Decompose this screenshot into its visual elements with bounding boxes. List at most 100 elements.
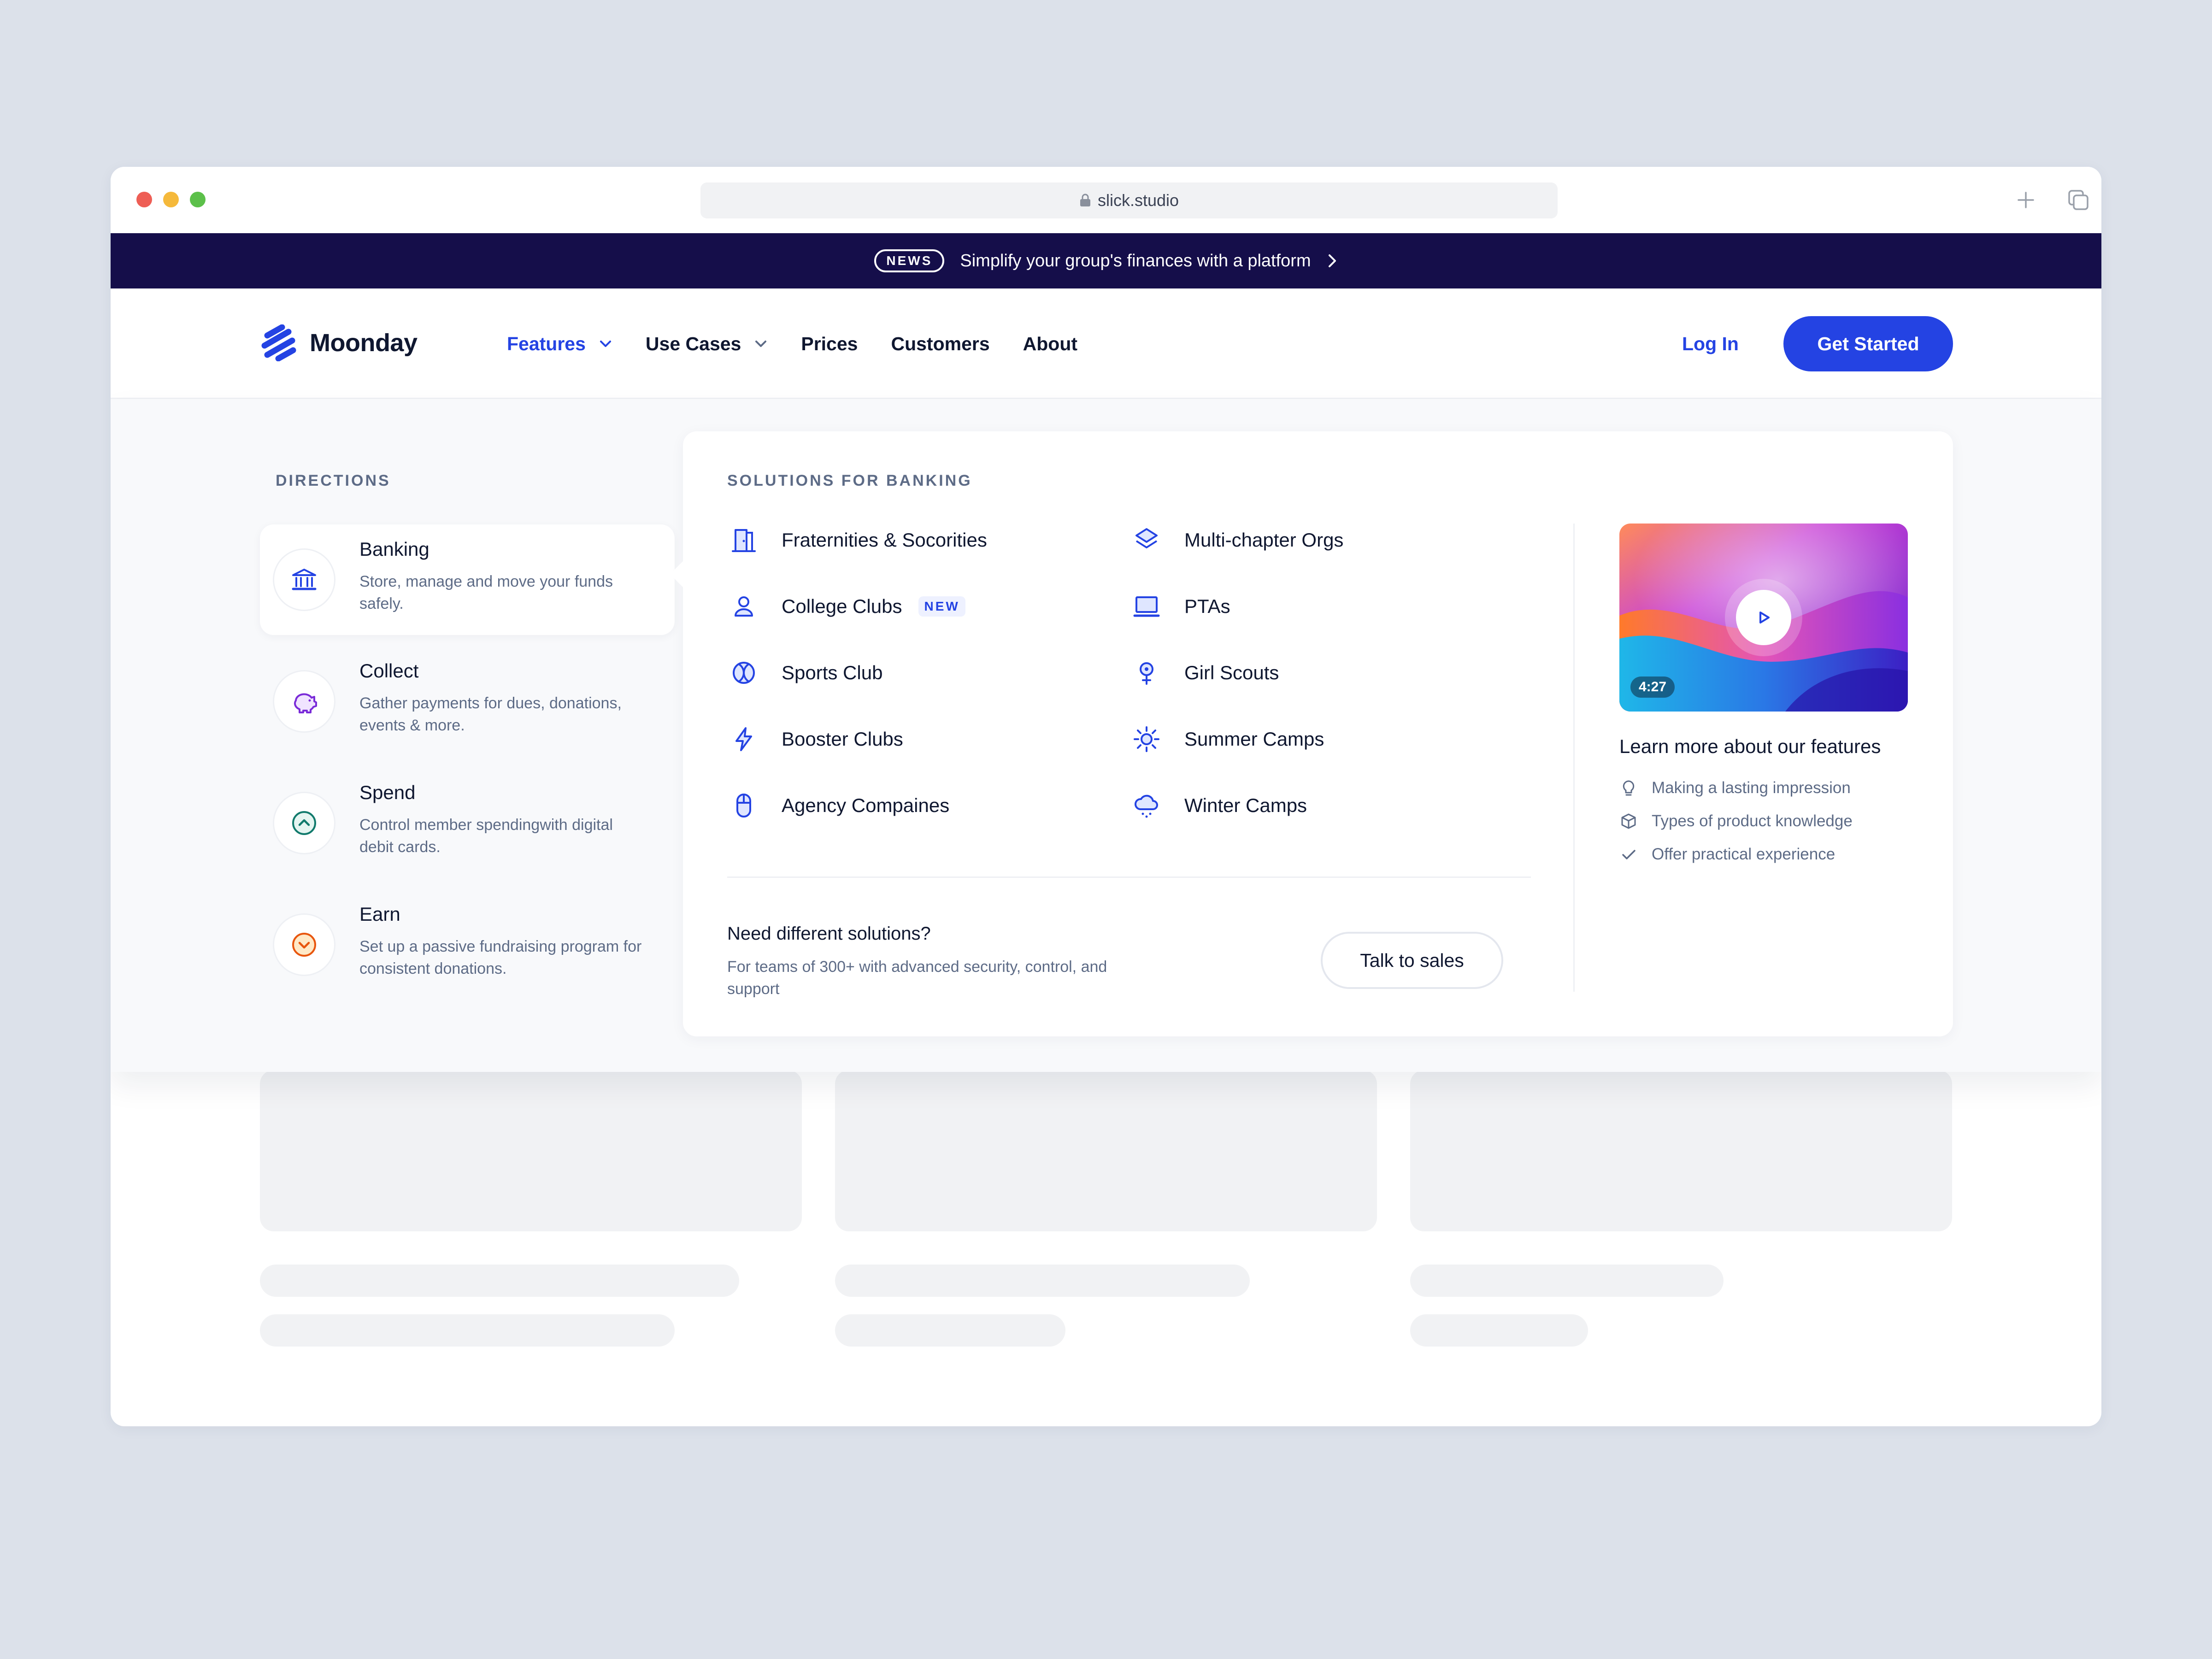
nav-use-cases[interactable]: Use Cases: [646, 333, 768, 355]
login-link[interactable]: Log In: [1682, 288, 1739, 399]
skeleton-line: [835, 1265, 1250, 1297]
solution-label: Agency Compaines: [782, 794, 950, 816]
direction-earn[interactable]: Earn Set up a passive fundraising program…: [260, 889, 675, 1000]
directions-title: DIRECTIONS: [276, 472, 391, 489]
sun-icon: [1134, 726, 1159, 752]
direction-label: Collect: [359, 660, 419, 682]
solution-sports-club[interactable]: Sports Club: [727, 656, 882, 689]
chevron-down-icon: [600, 341, 611, 347]
direction-banking[interactable]: Banking Store, manage and move your funds…: [260, 524, 675, 635]
feature-point-label: Offer practical experience: [1652, 845, 1835, 863]
browser-window: slick.studio NEWS Simplify your group's …: [111, 167, 2101, 1426]
get-started-button[interactable]: Get Started: [1783, 316, 1953, 371]
nav-features-label: Features: [507, 333, 586, 354]
arrow-down-circle-icon: [292, 933, 316, 957]
skeleton-line: [1410, 1265, 1724, 1297]
minimize-window-button[interactable]: [163, 192, 179, 207]
solution-booster-clubs[interactable]: Booster Clubs: [727, 723, 903, 756]
direction-banking-icon-wrap: [273, 548, 335, 611]
solution-icon-wrap: [1130, 590, 1163, 623]
close-window-button[interactable]: [136, 192, 152, 207]
video-thumbnail[interactable]: 4:27: [1619, 524, 1908, 712]
logo[interactable]: Moonday: [261, 324, 418, 361]
solution-icon-wrap: [1130, 723, 1163, 756]
direction-label: Banking: [359, 538, 429, 560]
user-icon: [735, 596, 753, 617]
nav-customers-label: Customers: [891, 333, 990, 354]
building-door-icon: [732, 529, 756, 552]
direction-label: Spend: [359, 782, 416, 803]
browser-chrome: slick.studio: [111, 167, 2101, 233]
solution-label: Booster Clubs: [782, 728, 903, 750]
nav-features[interactable]: Features: [507, 333, 612, 355]
direction-description: Set up a passive fundraising program for…: [359, 938, 642, 977]
skeleton-card: [1410, 1070, 1952, 1231]
solution-icon-wrap: [1130, 524, 1163, 557]
piggy-bank-icon: [294, 693, 317, 713]
direction-spend[interactable]: Spend Control member spendingwith digital…: [260, 768, 675, 878]
lightning-icon: [735, 727, 752, 751]
solution-icon-wrap: [727, 524, 760, 557]
cube-icon: [1621, 813, 1636, 829]
solution-label: Girl Scouts: [1184, 662, 1279, 683]
laptop-icon: [1133, 596, 1160, 617]
divider: [727, 877, 1531, 878]
ball-icon: [733, 662, 755, 684]
tab-overview-button[interactable]: [2065, 186, 2092, 214]
features-mega-menu: DIRECTIONS Banking Store, manage and move…: [111, 399, 2101, 1072]
solution-college-clubs[interactable]: College Clubs NEW: [727, 590, 965, 623]
news-banner[interactable]: NEWS Simplify your group's finances with…: [111, 233, 2101, 288]
nav-prices[interactable]: Prices: [801, 333, 858, 355]
solution-icon-wrap: [727, 789, 760, 822]
play-button[interactable]: [1736, 590, 1791, 645]
plus-icon: [2018, 192, 2034, 208]
nav-about[interactable]: About: [1023, 333, 1077, 355]
feature-point: Making a lasting impression: [1619, 779, 1851, 797]
direction-description: Store, manage and move your funds safely…: [359, 573, 613, 612]
solution-winter-camps[interactable]: Winter Camps: [1130, 789, 1307, 822]
feature-point-label: Making a lasting impression: [1652, 779, 1851, 797]
new-tab-button[interactable]: [2012, 186, 2040, 214]
play-icon: [1759, 612, 1770, 624]
direction-spend-icon-wrap: [273, 792, 335, 854]
solution-icon-wrap: [727, 590, 760, 623]
need-solutions-title: Need different solutions?: [727, 924, 931, 944]
feature-point-label: Types of product knowledge: [1652, 812, 1853, 830]
news-text: Simplify your group's finances with a pl…: [960, 251, 1311, 271]
solution-summer-camps[interactable]: Summer Camps: [1130, 723, 1324, 756]
arrow-up-circle-icon: [292, 811, 316, 835]
solution-multi-chapter-orgs[interactable]: Multi-chapter Orgs: [1130, 524, 1343, 557]
feature-point: Types of product knowledge: [1619, 812, 1853, 830]
skeleton-card: [260, 1070, 802, 1231]
need-solutions-description: For teams of 300+ with advanced security…: [727, 958, 1107, 998]
solution-label: Fraternities & Socorities: [782, 529, 987, 551]
main-nav: Features Use Cases Prices Customers Abou…: [507, 288, 1077, 399]
direction-collect[interactable]: Collect Gather payments for dues, donatio…: [260, 646, 675, 757]
nav-customers[interactable]: Customers: [891, 333, 989, 355]
solutions-panel: SOLUTIONS FOR BANKING Fraternities & Soco…: [670, 431, 1953, 1036]
logo-text: Moonday: [310, 329, 418, 357]
solution-label: Summer Camps: [1184, 728, 1324, 750]
solution-agency-companies[interactable]: Agency Compaines: [727, 789, 949, 822]
location-pin-icon: [1140, 662, 1153, 685]
bank-icon: [292, 569, 317, 590]
url-text: slick.studio: [1097, 191, 1179, 210]
nav-about-label: About: [1023, 333, 1078, 354]
maximize-window-button[interactable]: [190, 192, 206, 207]
solution-label: PTAs: [1184, 595, 1230, 617]
nav-prices-label: Prices: [801, 333, 858, 354]
chevron-right-icon: [1328, 254, 1336, 267]
solution-label: Multi-chapter Orgs: [1184, 529, 1344, 551]
moonday-logo-icon: [261, 324, 296, 361]
direction-earn-icon-wrap: [273, 913, 335, 976]
solution-girl-scouts[interactable]: Girl Scouts: [1130, 656, 1279, 689]
skeleton-line: [1410, 1314, 1588, 1347]
skeleton-card: [835, 1070, 1377, 1231]
address-bar[interactable]: slick.studio: [700, 182, 1558, 218]
talk-to-sales-button[interactable]: Talk to sales: [1321, 932, 1503, 989]
solution-fraternities[interactable]: Fraternities & Socorities: [727, 524, 987, 557]
direction-description: Gather payments for dues, donations, eve…: [359, 694, 622, 734]
divider: [1573, 524, 1575, 992]
copy-tabs-icon: [2068, 190, 2088, 210]
solution-ptas[interactable]: PTAs: [1130, 590, 1230, 623]
